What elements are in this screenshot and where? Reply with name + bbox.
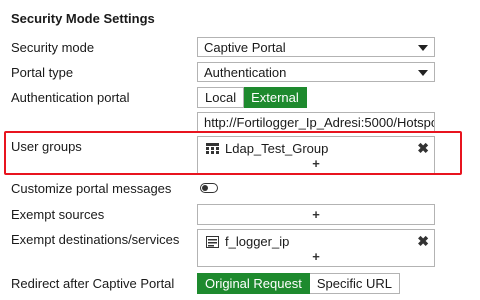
exempt-destinations-field[interactable]: f_logger_ip ✖ + (197, 229, 435, 267)
auth-portal-external-option[interactable]: External (244, 87, 307, 108)
add-exempt-destination-button[interactable]: + (198, 249, 434, 264)
section-title: Security Mode Settings (11, 11, 155, 26)
remove-icon[interactable]: ✖ (417, 233, 429, 250)
redirect-toggle: Original Request Specific URL (197, 273, 400, 294)
security-mode-label: Security mode (11, 40, 95, 55)
authentication-portal-label: Authentication portal (11, 90, 130, 105)
portal-type-label: Portal type (11, 65, 74, 80)
external-portal-url-input[interactable]: http://Fortilogger_Ip_Adresi:5000/Hotspo… (197, 112, 435, 133)
exempt-sources-label: Exempt sources (11, 207, 105, 222)
redirect-original-request-option[interactable]: Original Request (197, 273, 310, 294)
chevron-down-icon (418, 45, 428, 51)
customize-portal-messages-toggle[interactable] (200, 183, 218, 193)
exempt-sources-field[interactable]: + (197, 204, 435, 225)
exempt-destination-name: f_logger_ip (225, 234, 290, 249)
security-mode-value: Captive Portal (204, 40, 286, 55)
add-exempt-source-button[interactable]: + (198, 207, 434, 222)
portal-type-value: Authentication (204, 65, 287, 80)
redirect-label: Redirect after Captive Portal (11, 276, 175, 291)
external-portal-url-value: http://Fortilogger_Ip_Adresi:5000/Hotspo… (204, 115, 435, 130)
highlight-box (4, 131, 462, 175)
auth-portal-local-option[interactable]: Local (197, 87, 245, 108)
authentication-portal-toggle: Local External (197, 87, 307, 108)
portal-type-select[interactable]: Authentication (197, 62, 435, 82)
customize-portal-messages-label: Customize portal messages (11, 181, 172, 196)
exempt-destinations-label: Exempt destinations/services (11, 232, 180, 247)
address-icon (206, 235, 219, 248)
security-mode-select[interactable]: Captive Portal (197, 37, 435, 57)
exempt-destination-entry: f_logger_ip (206, 234, 289, 249)
toggle-knob (202, 185, 208, 191)
redirect-specific-url-option[interactable]: Specific URL (309, 273, 400, 294)
chevron-down-icon (418, 70, 428, 76)
